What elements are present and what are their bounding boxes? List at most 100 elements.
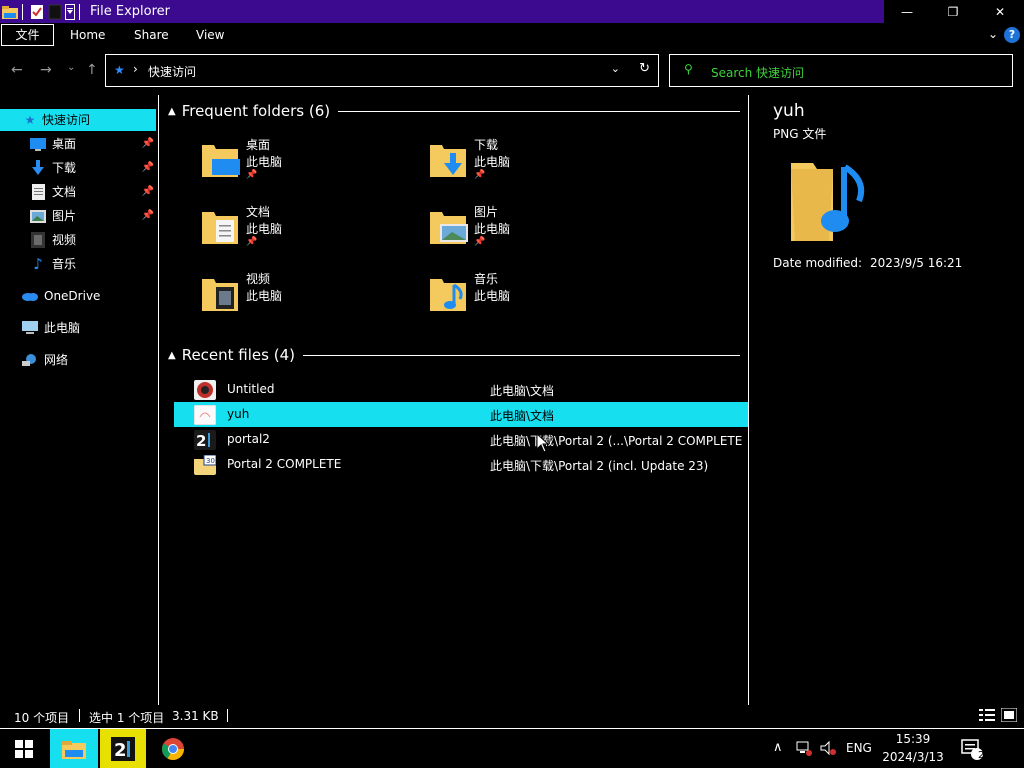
mouse-cursor-icon xyxy=(536,433,549,453)
sidebar-item-label: 下载 xyxy=(52,161,77,175)
taskbar-file-explorer[interactable] xyxy=(50,729,98,768)
up-arrow-icon[interactable]: ↑ xyxy=(86,62,98,78)
sidebar-item-label: 此电脑 xyxy=(44,321,81,335)
sidebar-item-label: 文档 xyxy=(52,185,77,199)
folder-tile-music[interactable]: 音乐 此电脑 xyxy=(428,269,648,325)
file-path: 此电脑\下载\Portal 2 (incl. Update 23) xyxy=(490,459,709,473)
folder-tile-documents[interactable]: 文档 此电脑 📌 xyxy=(200,202,420,258)
folder-location: 此电脑 xyxy=(474,222,511,236)
minimize-button[interactable]: — xyxy=(884,0,930,23)
action-center-button[interactable]: 2 xyxy=(952,729,992,768)
breadcrumb-chevron-icon[interactable]: › xyxy=(133,62,138,76)
search-placeholder: Search 快速访问 xyxy=(711,66,805,80)
separator xyxy=(79,709,80,722)
pin-icon: 📌 xyxy=(474,237,486,247)
breadcrumb[interactable]: 快速访问 xyxy=(148,63,196,80)
picture-folder-icon xyxy=(430,212,468,244)
collapse-icon: ▲ xyxy=(168,349,176,361)
sidebar-item-videos[interactable]: 视频 xyxy=(30,229,156,251)
sidebar-item-label: 网络 xyxy=(44,353,69,367)
frequent-folders-header[interactable]: ▲ Frequent folders (6) xyxy=(168,102,740,120)
tab-file[interactable]: 文件 xyxy=(1,24,54,46)
navigation-pane: ★ 快速访问 桌面 📌 下载 📌 文档 📌 图片 📌 视频 ♪ 音乐 OneDr… xyxy=(0,95,158,705)
file-row-portal2[interactable]: 2 portal2 此电脑\下载\Portal 2 (...\Portal 2 … xyxy=(174,427,748,452)
image-file-icon xyxy=(194,380,216,400)
back-arrow-icon[interactable]: ← xyxy=(11,62,23,78)
folder-tile-videos[interactable]: 视频 此电脑 xyxy=(200,269,420,325)
video-folder-icon xyxy=(202,279,238,311)
folder-location: 此电脑 xyxy=(246,222,283,236)
taskbar: 2 ∧ ENG 15:39 2024/3/13 2 xyxy=(0,728,1024,768)
input-language[interactable]: ENG xyxy=(846,741,872,755)
cloud-icon xyxy=(22,288,38,304)
address-dropdown-icon[interactable]: ⌄ xyxy=(611,62,620,75)
sidebar-item-onedrive[interactable]: OneDrive xyxy=(22,285,156,307)
folder-location: 此电脑 xyxy=(246,289,283,303)
taskbar-portal2[interactable]: 2 xyxy=(100,729,146,768)
folder-app-icon[interactable] xyxy=(2,4,18,20)
file-path: 此电脑\下载\Portal 2 (...\Portal 2 COMPLETE xyxy=(490,434,743,448)
properties-icon[interactable] xyxy=(29,4,45,20)
maximize-button[interactable]: ❐ xyxy=(930,0,976,23)
forward-arrow-icon[interactable]: → xyxy=(40,62,52,78)
volume-muted-icon[interactable] xyxy=(820,740,836,760)
tab-view[interactable]: View xyxy=(196,23,224,47)
tab-home[interactable]: Home xyxy=(70,23,105,47)
star-icon: ★ xyxy=(24,113,36,127)
new-folder-icon[interactable] xyxy=(47,4,63,20)
sidebar-item-label: 音乐 xyxy=(52,257,77,271)
sidebar-item-network[interactable]: 网络 xyxy=(22,349,156,371)
customize-toolbar-icon[interactable] xyxy=(65,3,75,20)
music-folder-icon xyxy=(430,279,466,311)
pin-icon: 📌 xyxy=(246,237,258,247)
taskbar-chrome[interactable] xyxy=(150,729,196,768)
recent-files-header[interactable]: ▲ Recent files (4) xyxy=(168,346,740,364)
refresh-icon[interactable]: ↻ xyxy=(639,61,650,76)
sidebar-item-documents[interactable]: 文档 📌 xyxy=(30,181,156,203)
help-icon[interactable]: ? xyxy=(1004,27,1020,43)
separator xyxy=(22,3,23,20)
folder-location: 此电脑 xyxy=(474,289,511,303)
show-hidden-icons-icon[interactable]: ∧ xyxy=(773,740,783,755)
separator xyxy=(79,3,80,20)
file-path: 此电脑\文档 xyxy=(490,409,555,423)
sidebar-item-pictures[interactable]: 图片 📌 xyxy=(30,205,156,227)
file-row-untitled[interactable]: Untitled 此电脑\文档 xyxy=(174,377,748,402)
details-view-icon[interactable] xyxy=(979,708,995,722)
folder-tile-pictures[interactable]: 图片 此电脑 📌 xyxy=(428,202,648,258)
picture-icon xyxy=(30,208,46,224)
preview-thumbnail xyxy=(791,163,865,241)
file-row-portal-2-complete[interactable]: 30 Portal 2 COMPLETE 此电脑\下载\Portal 2 (in… xyxy=(174,452,748,477)
search-input[interactable]: ⚲ Search 快速访问 xyxy=(669,54,1013,87)
folder-tile-downloads[interactable]: 下载 此电脑 📌 xyxy=(428,135,648,191)
sidebar-item-label: 快速访问 xyxy=(42,113,91,127)
sidebar-item-music[interactable]: ♪ 音乐 xyxy=(30,253,156,275)
sidebar-item-this-pc[interactable]: 此电脑 xyxy=(22,317,156,339)
windows-icon xyxy=(15,739,33,758)
close-button[interactable]: ✕ xyxy=(976,0,1024,23)
large-icons-view-icon[interactable] xyxy=(1001,708,1017,722)
folder-tile-desktop[interactable]: 桌面 此电脑 📌 xyxy=(200,135,420,191)
sidebar-item-quick-access[interactable]: ★ 快速访问 xyxy=(0,109,156,131)
expand-ribbon-icon[interactable]: ⌄ xyxy=(988,27,998,41)
pin-icon: 📌 xyxy=(474,170,486,180)
address-bar[interactable]: ★ › 快速访问 ⌄ ↻ xyxy=(105,54,659,87)
group-title: Frequent folders (6) xyxy=(181,102,331,120)
clock-date[interactable]: 2024/3/13 xyxy=(877,750,949,764)
minimize-icon: — xyxy=(901,4,913,19)
tab-share[interactable]: Share xyxy=(134,23,169,47)
sidebar-item-desktop[interactable]: 桌面 📌 xyxy=(30,133,156,155)
file-row-yuh[interactable]: yuh 此电脑\文档 xyxy=(174,402,748,427)
pane-divider[interactable] xyxy=(158,95,159,705)
file-name: yuh xyxy=(227,407,250,421)
sidebar-item-downloads[interactable]: 下载 📌 xyxy=(30,157,156,179)
network-status-icon[interactable] xyxy=(796,740,812,760)
clock-time[interactable]: 15:39 xyxy=(877,732,949,746)
search-icon: ⚲ xyxy=(684,62,693,76)
desktop-icon xyxy=(30,136,46,152)
start-button[interactable] xyxy=(0,729,48,768)
folder-location: 此电脑 xyxy=(474,155,511,169)
content-pane: ▲ Frequent folders (6) 桌面 此电脑 📌 下载 此电脑 📌… xyxy=(160,95,748,705)
recent-locations-icon[interactable]: ⌄ xyxy=(67,62,75,73)
video-icon xyxy=(30,232,46,248)
